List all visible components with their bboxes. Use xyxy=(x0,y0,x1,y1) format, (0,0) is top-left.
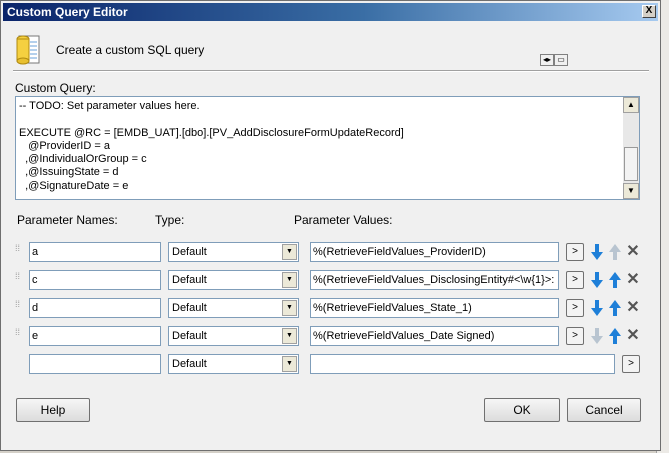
scroll-down-icon[interactable]: ▼ xyxy=(623,183,639,199)
move-up-icon[interactable] xyxy=(608,271,622,289)
query-line: EXECUTE @RC = [EMDB_UAT].[dbo].[PV_AddDi… xyxy=(19,126,404,139)
header-separator xyxy=(13,70,649,72)
param-type-select[interactable]: Default ▼ xyxy=(168,242,299,262)
move-down-icon xyxy=(590,327,604,345)
layout-toggle-group: ◂▸ ▭ xyxy=(540,54,568,66)
custom-query-label: Custom Query: xyxy=(15,81,96,95)
new-param-type-select[interactable]: Default ▼ xyxy=(168,354,299,374)
restore-icon[interactable]: ▭ xyxy=(554,54,568,66)
new-param-browse-button[interactable]: > xyxy=(622,355,640,373)
param-browse-button[interactable]: > xyxy=(566,271,584,289)
chevron-down-icon[interactable]: ▼ xyxy=(282,356,297,372)
query-line: ,@IssuingState = d xyxy=(19,166,119,179)
query-line: @ProviderID = a xyxy=(19,139,110,152)
drag-handle-icon[interactable]: ⁞⁞ xyxy=(15,300,21,313)
close-button[interactable]: X xyxy=(642,5,656,18)
query-line xyxy=(19,113,404,126)
param-value-input[interactable]: %(RetrieveFieldValues_State_1) xyxy=(310,298,559,318)
parameter-values-label: Parameter Values: xyxy=(294,213,393,227)
param-browse-button[interactable]: > xyxy=(566,299,584,317)
custom-query-textarea[interactable]: -- TODO: Set parameter values here. EXECU… xyxy=(15,96,640,200)
scroll-thumb[interactable] xyxy=(624,147,638,181)
query-scrollbar[interactable]: ▲ ▼ xyxy=(623,97,639,199)
type-label: Type: xyxy=(155,213,185,227)
move-down-icon[interactable] xyxy=(590,299,604,317)
drag-handle-icon[interactable]: ⁞⁞ xyxy=(15,328,21,341)
parameter-names-label: Parameter Names: xyxy=(17,213,118,227)
chevron-down-icon[interactable]: ▼ xyxy=(282,272,297,288)
param-name-input[interactable]: c xyxy=(29,270,161,290)
chevron-down-icon[interactable]: ▼ xyxy=(282,328,297,344)
help-button[interactable]: Help xyxy=(16,398,90,422)
param-browse-button[interactable]: > xyxy=(566,327,584,345)
param-value-input[interactable]: %(RetrieveFieldValues_ProviderID) xyxy=(310,242,559,262)
move-down-icon[interactable] xyxy=(590,271,604,289)
param-value-input[interactable]: %(RetrieveFieldValues_DisclosingEntity#<… xyxy=(310,270,559,290)
ok-button[interactable]: OK xyxy=(484,398,560,422)
drag-handle-icon[interactable]: ⁞⁞ xyxy=(15,272,21,285)
window-title: Custom Query Editor xyxy=(7,5,128,19)
query-line: ,@IndividualOrGroup = c xyxy=(19,153,147,166)
delete-icon[interactable]: ✕ xyxy=(626,244,640,260)
cancel-button[interactable]: Cancel xyxy=(567,398,641,422)
param-type-select[interactable]: Default ▼ xyxy=(168,298,299,318)
delete-icon[interactable]: ✕ xyxy=(626,328,640,344)
move-up-icon xyxy=(608,243,622,261)
query-line: ,@SignatureDate = e xyxy=(19,179,129,192)
delete-icon[interactable]: ✕ xyxy=(626,300,640,316)
move-up-icon[interactable] xyxy=(608,327,622,345)
param-type-select[interactable]: Default ▼ xyxy=(168,326,299,346)
close-icon: X xyxy=(645,5,653,16)
delete-icon[interactable]: ✕ xyxy=(626,272,640,288)
chevron-down-icon[interactable]: ▼ xyxy=(282,300,297,316)
param-value-input[interactable]: %(RetrieveFieldValues_Date Signed) xyxy=(310,326,559,346)
param-browse-button[interactable]: > xyxy=(566,243,584,261)
move-down-icon[interactable] xyxy=(590,243,604,261)
param-name-input[interactable]: d xyxy=(29,298,161,318)
query-text: -- TODO: Set parameter values here. EXECU… xyxy=(19,100,404,193)
scroll-up-icon[interactable]: ▲ xyxy=(623,97,639,113)
title-bar[interactable]: Custom Query Editor X xyxy=(3,3,658,21)
header-text: Create a custom SQL query xyxy=(56,43,205,57)
expand-icon[interactable]: ◂▸ xyxy=(540,54,554,66)
query-line: -- TODO: Set parameter values here. xyxy=(19,100,200,112)
new-param-value-input[interactable] xyxy=(310,354,615,374)
param-type-select[interactable]: Default ▼ xyxy=(168,270,299,290)
chevron-down-icon[interactable]: ▼ xyxy=(282,244,297,260)
drag-handle-icon[interactable]: ⁞⁞ xyxy=(15,244,21,257)
new-param-name-input[interactable] xyxy=(29,354,161,374)
move-up-icon[interactable] xyxy=(608,299,622,317)
param-name-input[interactable]: a xyxy=(29,242,161,262)
param-name-input[interactable]: e xyxy=(29,326,161,346)
custom-query-editor-dialog: Custom Query Editor X Create a custom SQ… xyxy=(0,0,661,451)
database-icon xyxy=(13,33,43,65)
